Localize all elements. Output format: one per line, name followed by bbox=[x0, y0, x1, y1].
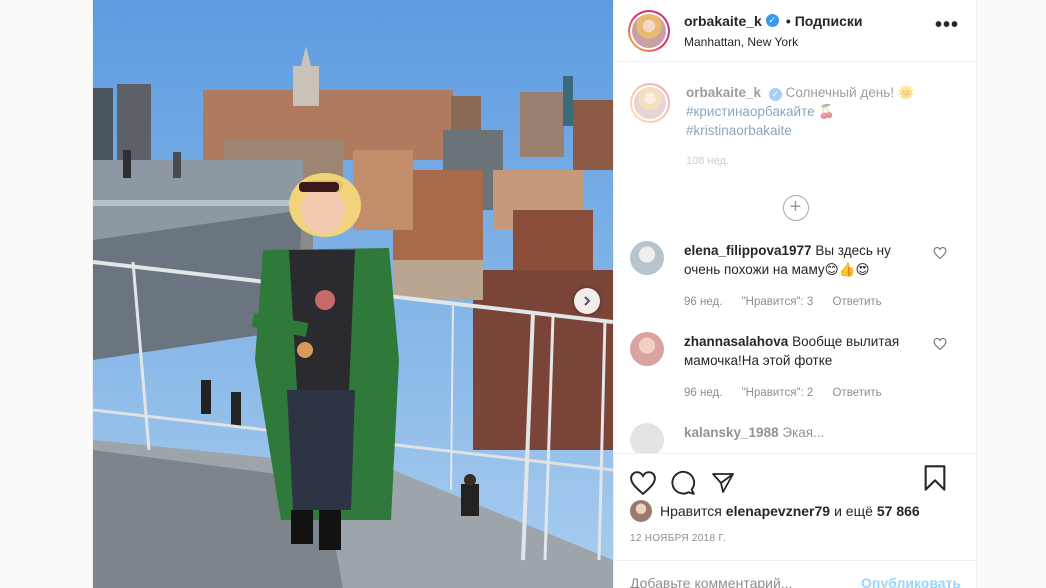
more-icon[interactable]: ••• bbox=[935, 14, 959, 37]
comment-item: kalansky_1988 Экая... bbox=[614, 423, 977, 453]
commenter-avatar[interactable] bbox=[630, 241, 664, 275]
comment-text: Экая... bbox=[782, 425, 825, 440]
next-arrow-icon bbox=[584, 296, 591, 306]
publish-button[interactable]: Опубликовать bbox=[861, 575, 961, 588]
reply-button[interactable]: Ответить bbox=[833, 296, 882, 308]
photo-scene bbox=[93, 0, 613, 588]
share-icon[interactable] bbox=[710, 471, 736, 495]
likes-count[interactable]: 57 866 bbox=[877, 503, 920, 519]
post-caption: orbakaite_k ✓ Солнечный день! 🌞 #кристин… bbox=[614, 63, 977, 171]
comment-item: zhannasalahova Вообще вылитая мамочка!На… bbox=[614, 332, 977, 403]
comment-age: 96 нед. bbox=[684, 296, 723, 308]
comment-likes[interactable]: "Нравится": 2 bbox=[742, 387, 814, 399]
commenter-avatar[interactable] bbox=[630, 423, 664, 453]
reply-button[interactable]: Ответить bbox=[833, 387, 882, 399]
comment-age: 96 нед. bbox=[684, 387, 723, 399]
author-avatar[interactable] bbox=[628, 9, 670, 52]
following-button[interactable]: Подписки bbox=[795, 13, 863, 29]
comments-list[interactable]: orbakaite_k ✓ Солнечный день! 🌞 #кристин… bbox=[614, 63, 977, 453]
liker-avatar bbox=[630, 500, 652, 522]
caption-avatar[interactable] bbox=[630, 83, 670, 123]
commenter-avatar[interactable] bbox=[630, 332, 664, 366]
location-link[interactable]: Manhattan, New York bbox=[684, 35, 863, 49]
likes-middle: и ещё bbox=[834, 503, 873, 519]
heart-icon[interactable] bbox=[630, 470, 656, 495]
heart-icon[interactable] bbox=[933, 247, 947, 259]
comment-username[interactable]: kalansky_1988 bbox=[684, 425, 779, 440]
post-photo[interactable] bbox=[93, 0, 613, 588]
caption-text: Солнечный день! 🌞 bbox=[785, 85, 915, 100]
liker-username[interactable]: elenapevzner79 bbox=[726, 503, 830, 519]
verified-icon: ✓ bbox=[768, 88, 782, 101]
post-date[interactable]: 12 ноября 2018 г. bbox=[630, 533, 726, 544]
post-sidebar: orbakaite_k ✓ • Подписки Manhattan, New … bbox=[613, 0, 977, 588]
post-header: orbakaite_k ✓ • Подписки Manhattan, New … bbox=[614, 0, 977, 62]
page: orbakaite_k ✓ • Подписки Manhattan, New … bbox=[0, 0, 1046, 588]
hashtag-link[interactable]: #kristinaorbakaite bbox=[686, 123, 792, 138]
comment-likes[interactable]: "Нравится": 3 bbox=[742, 296, 814, 308]
comment-item: elena_filippova1977 Вы здесь ну очень по… bbox=[614, 241, 977, 312]
author-username[interactable]: orbakaite_k bbox=[684, 13, 762, 29]
comment-icon[interactable] bbox=[670, 470, 696, 496]
likes-prefix: Нравится bbox=[660, 503, 722, 519]
post-actions bbox=[614, 453, 977, 501]
caption-username[interactable]: orbakaite_k bbox=[686, 85, 761, 100]
comment-input[interactable]: Добавьте комментарий... bbox=[630, 575, 792, 588]
separator: • bbox=[785, 12, 791, 29]
plus-circle-icon[interactable]: + bbox=[782, 195, 809, 221]
bookmark-icon[interactable] bbox=[923, 464, 947, 492]
post-modal: orbakaite_k ✓ • Подписки Manhattan, New … bbox=[92, 0, 977, 588]
comment-username[interactable]: elena_filippova1977 bbox=[684, 243, 812, 258]
verified-icon: ✓ bbox=[765, 14, 779, 27]
comment-username[interactable]: zhannasalahova bbox=[684, 334, 788, 349]
add-comment-bar: Добавьте комментарий... Опубликовать bbox=[614, 560, 977, 588]
heart-icon[interactable] bbox=[933, 338, 947, 350]
caption-age: 108 нед. bbox=[686, 155, 729, 167]
hashtag-link[interactable]: #кристинаорбакайте 🍒 bbox=[686, 104, 835, 119]
likes-line[interactable]: Нравится elenapevzner79 и ещё 57 866 bbox=[630, 500, 924, 522]
next-photo-button[interactable] bbox=[574, 288, 600, 314]
